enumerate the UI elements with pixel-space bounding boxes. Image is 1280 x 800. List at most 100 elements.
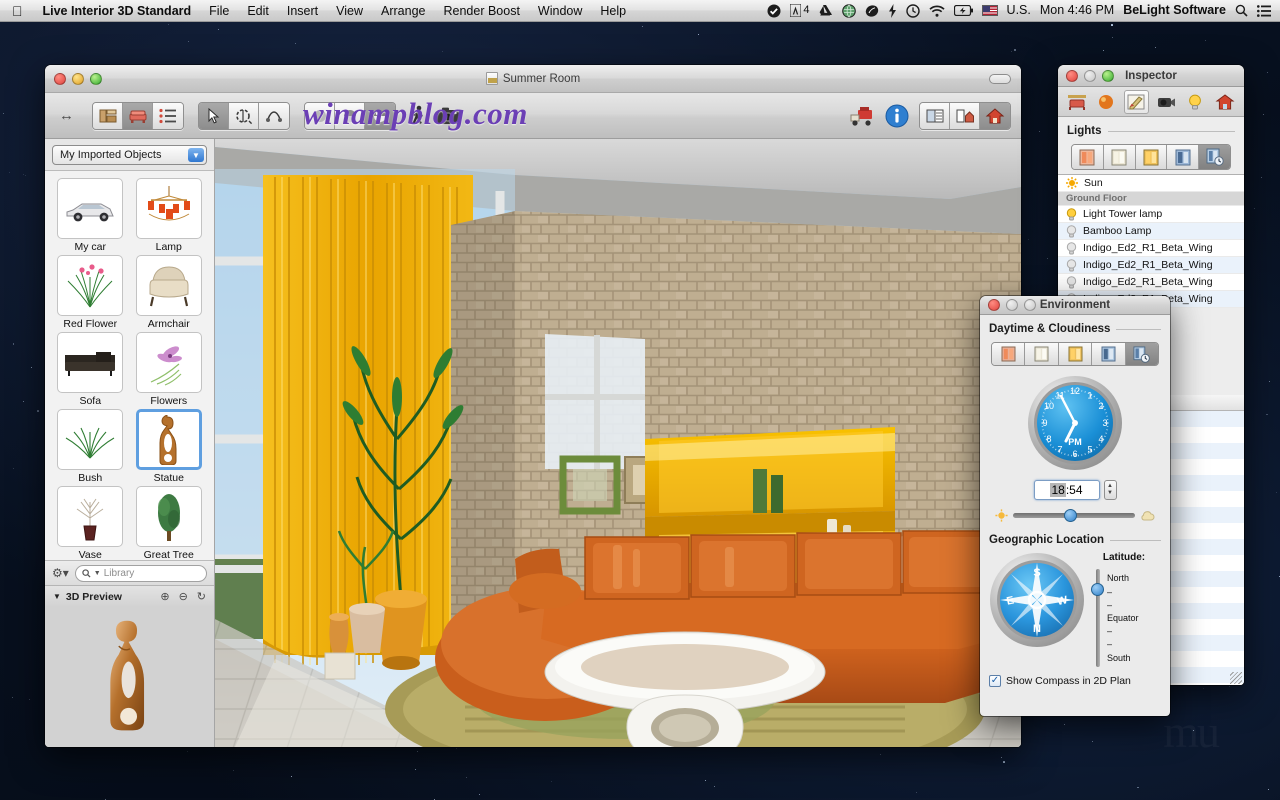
- evernote-icon[interactable]: [865, 4, 879, 18]
- zoom-out-icon[interactable]: ⊖: [179, 590, 188, 603]
- menu-user-name[interactable]: BeLight Software: [1123, 4, 1226, 17]
- light-row-sun[interactable]: Sun: [1058, 175, 1244, 192]
- object-cell-vase[interactable]: Vase: [53, 486, 128, 560]
- cloudiness-slider[interactable]: [995, 509, 1155, 522]
- object-inspector-icon[interactable]: [1064, 90, 1089, 114]
- info-icon[interactable]: [885, 104, 909, 128]
- menu-render-boost[interactable]: Render Boost: [434, 0, 528, 22]
- object-cell-lamp[interactable]: Lamp: [132, 178, 207, 253]
- latitude-slider[interactable]: [1091, 569, 1104, 667]
- environment-minimize-button[interactable]: [1006, 299, 1018, 311]
- light-warm-icon[interactable]: [1135, 145, 1168, 169]
- us-flag-icon[interactable]: [981, 5, 998, 16]
- wifi-icon[interactable]: [928, 4, 945, 17]
- checkmark-badge-icon[interactable]: [767, 4, 781, 18]
- light-inspector-icon[interactable]: [1183, 90, 1208, 114]
- environment-zoom-button[interactable]: [1024, 299, 1036, 311]
- material-inspector-icon[interactable]: [1094, 90, 1119, 114]
- adobe-icon[interactable]: 4: [790, 4, 810, 17]
- slider-knob[interactable]: [1064, 509, 1078, 522]
- light-row-indigo-3[interactable]: Indigo_Ed2_R1_Beta_Wing: [1058, 274, 1244, 291]
- object-cell-red-flower[interactable]: Red Flower: [53, 255, 128, 330]
- inspector-resize-corner[interactable]: [1230, 672, 1242, 684]
- layout-segmented-control[interactable]: [919, 101, 1011, 130]
- chevron-down-icon[interactable]: ▼: [188, 148, 204, 162]
- inspector-minimize-button[interactable]: [1084, 69, 1096, 82]
- time-hours[interactable]: 18: [1050, 483, 1066, 497]
- select-arrow-icon[interactable]: [199, 102, 229, 129]
- zoom-in-icon[interactable]: ⊕: [160, 590, 169, 603]
- menu-insert[interactable]: Insert: [278, 0, 327, 22]
- menu-help[interactable]: Help: [591, 0, 635, 22]
- stepper-down-icon[interactable]: ▼: [1107, 490, 1113, 497]
- floor-plan-2d-icon[interactable]: [93, 102, 123, 129]
- delivery-truck-icon[interactable]: [849, 105, 875, 127]
- light-day-icon[interactable]: [1103, 145, 1136, 169]
- edit-tools-segmented-control[interactable]: [198, 101, 290, 130]
- slider-track[interactable]: [1013, 509, 1135, 522]
- inspector-titlebar[interactable]: Inspector: [1058, 65, 1244, 87]
- library-selector[interactable]: My Imported Objects ▼: [52, 145, 207, 165]
- building-inspector-icon[interactable]: [1213, 90, 1238, 114]
- gear-icon[interactable]: ⚙▾: [52, 566, 69, 580]
- object-cell-great-tree[interactable]: Great Tree: [132, 486, 207, 560]
- light-cool-icon[interactable]: [1167, 145, 1200, 169]
- sunny-window-icon[interactable]: [1058, 343, 1093, 365]
- battery-icon[interactable]: [953, 5, 973, 16]
- render-viewport[interactable]: [215, 139, 1021, 747]
- stepper-up-icon[interactable]: ▲: [1107, 483, 1113, 490]
- edit-inspector-icon[interactable]: [1123, 89, 1149, 114]
- menu-clock[interactable]: Mon 4:46 PM: [1040, 4, 1114, 17]
- resize-arrow-icon[interactable]: ↔: [55, 107, 78, 124]
- object-cell-flowers[interactable]: Flowers: [132, 332, 207, 407]
- rotate-reset-icon[interactable]: ↻: [197, 590, 206, 603]
- input-source-label[interactable]: U.S.: [1007, 4, 1031, 17]
- object-list-icon[interactable]: [153, 102, 183, 129]
- split-view-icon[interactable]: [920, 102, 950, 129]
- preview-3d-viewport[interactable]: [45, 607, 214, 747]
- google-drive-icon[interactable]: [819, 4, 833, 17]
- search-scope-chevron-icon[interactable]: ▼: [94, 570, 101, 577]
- inspector-zoom-button[interactable]: [1102, 69, 1114, 82]
- daytime-preset-segmented-control[interactable]: [991, 342, 1159, 366]
- home-3d-icon[interactable]: [980, 102, 1010, 129]
- latitude-knob[interactable]: [1091, 583, 1104, 596]
- light-row-bamboo-lamp[interactable]: Bamboo Lamp: [1058, 223, 1244, 240]
- object-cell-statue[interactable]: Statue: [132, 409, 207, 484]
- night-window-icon[interactable]: [1092, 343, 1126, 365]
- light-row-light-tower-lamp[interactable]: Light Tower lamp: [1058, 206, 1244, 223]
- furniture-icon[interactable]: [123, 102, 153, 129]
- inspector-close-button[interactable]: [1066, 69, 1078, 82]
- environment-close-button[interactable]: [988, 299, 1000, 311]
- object-cell-armchair[interactable]: Armchair: [132, 255, 207, 330]
- show-compass-checkbox-row[interactable]: ✓ Show Compass in 2D Plan: [989, 675, 1161, 687]
- menu-arrange[interactable]: Arrange: [372, 0, 434, 22]
- analog-clock-widget[interactable]: 1212 345 678 91011 PM: [989, 375, 1161, 471]
- object-cell-my-car[interactable]: My car: [53, 178, 128, 253]
- menu-view[interactable]: View: [327, 0, 372, 22]
- camera-inspector-icon[interactable]: [1153, 90, 1178, 114]
- move-icon[interactable]: [259, 102, 289, 129]
- checkbox[interactable]: ✓: [989, 675, 1001, 687]
- rotate-icon[interactable]: [229, 102, 259, 129]
- time-minutes[interactable]: 54: [1069, 483, 1082, 497]
- light-row-indigo-2[interactable]: Indigo_Ed2_R1_Beta_Wing: [1058, 257, 1244, 274]
- menu-edit[interactable]: Edit: [238, 0, 278, 22]
- overcast-window-icon[interactable]: [1025, 343, 1059, 365]
- compass-widget[interactable]: SN E W: [989, 552, 1087, 667]
- object-cell-sofa[interactable]: Sofa: [53, 332, 128, 407]
- plan-elevation-icon[interactable]: [950, 102, 980, 129]
- environment-titlebar[interactable]: Environment: [980, 296, 1170, 315]
- sunset-window-icon[interactable]: [992, 343, 1026, 365]
- list-icon[interactable]: [1257, 4, 1271, 17]
- light-auto-icon[interactable]: [1199, 145, 1230, 169]
- light-sunset-icon[interactable]: [1072, 145, 1104, 169]
- light-mode-segmented-control[interactable]: [1071, 144, 1231, 170]
- object-cell-bush[interactable]: Bush: [53, 409, 128, 484]
- flash-icon[interactable]: [888, 3, 897, 18]
- time-stepper[interactable]: ▲ ▼: [1103, 480, 1117, 500]
- main-window-titlebar[interactable]: Summer Room: [45, 65, 1021, 93]
- menu-window[interactable]: Window: [529, 0, 591, 22]
- light-row-indigo-1[interactable]: Indigo_Ed2_R1_Beta_Wing: [1058, 240, 1244, 257]
- globe-icon[interactable]: [841, 3, 856, 18]
